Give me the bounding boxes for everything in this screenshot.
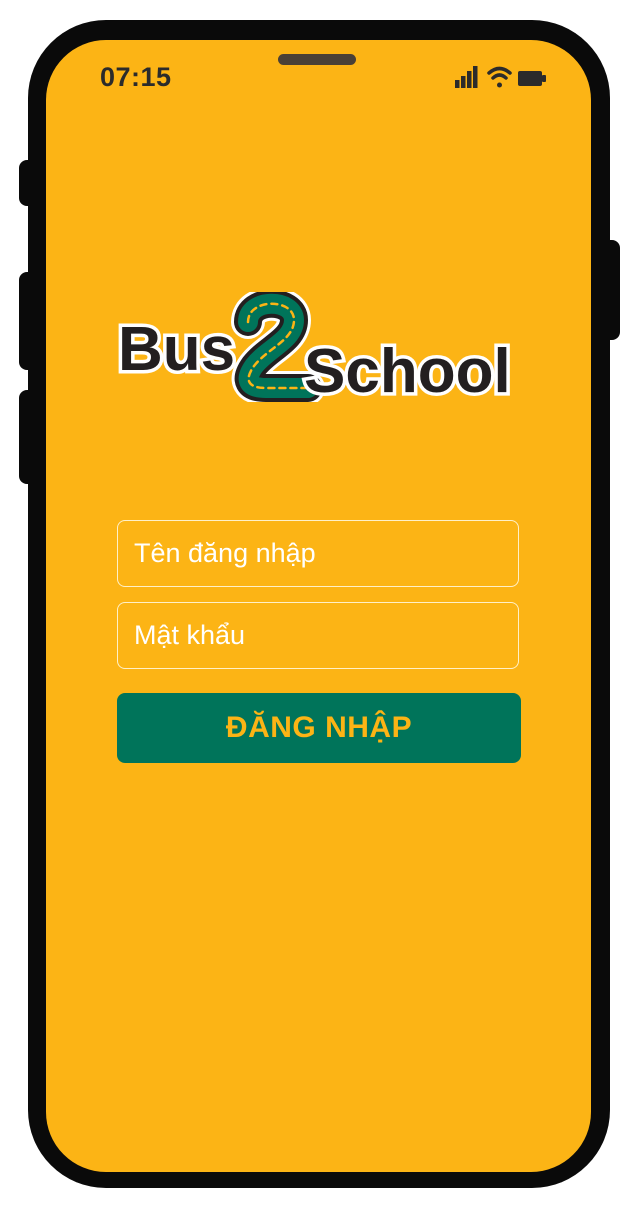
logo-text-bus: Bus [118, 315, 235, 384]
username-input[interactable] [117, 520, 519, 587]
password-input[interactable] [117, 602, 519, 669]
status-icons [455, 66, 546, 88]
status-time: 07:15 [100, 62, 172, 92]
signal-icon [455, 66, 478, 88]
bus2school-logo: Bus School [116, 292, 514, 402]
battery-icon [518, 71, 546, 86]
logo-road-2-icon [231, 292, 325, 402]
earpiece-speaker [278, 54, 356, 65]
login-button[interactable]: ĐĂNG NHẬP [117, 693, 521, 763]
wifi-icon [487, 66, 512, 88]
logo-text-school: School [304, 337, 511, 402]
app-screen: 07:15 Bus School ĐĂNG NHẬP [46, 40, 591, 1172]
